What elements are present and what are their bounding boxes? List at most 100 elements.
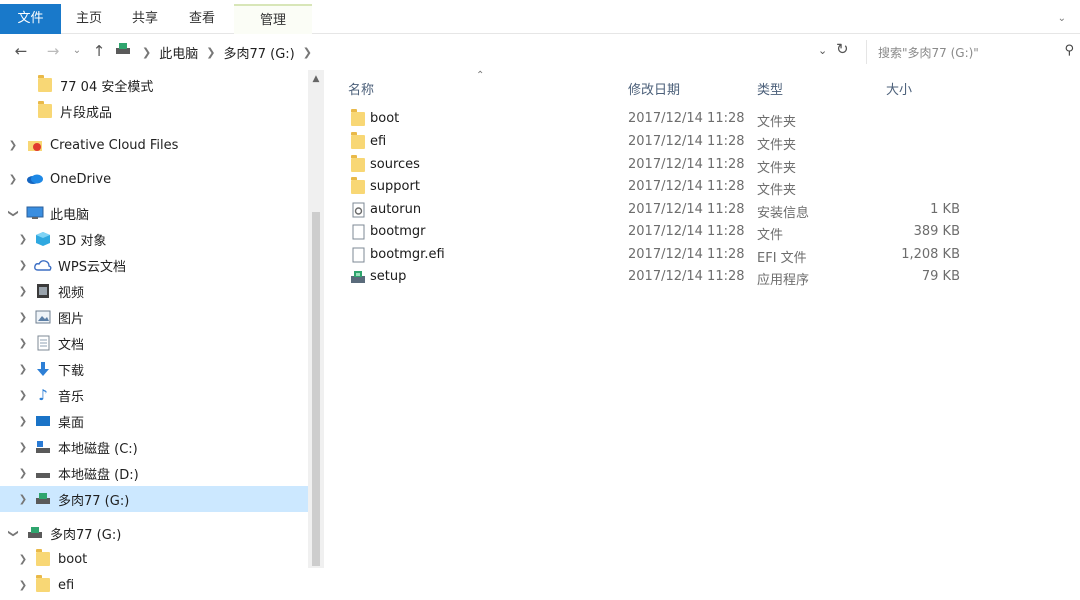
collapse-chevron-icon[interactable]: ❯: [8, 528, 19, 538]
nav-item-label: efi: [58, 577, 75, 593]
nav-item-label: WPS云文档: [58, 259, 126, 275]
breadcrumb-this-pc[interactable]: 此电脑: [159, 43, 198, 62]
drive-icon: [34, 465, 52, 481]
nav-item-downloads[interactable]: ❯ 下载: [0, 356, 308, 382]
scrollbar-thumb[interactable]: [312, 212, 320, 566]
folder-icon: [36, 101, 54, 119]
nav-item-drive-d[interactable]: ❯ 本地磁盘 (D:): [0, 460, 308, 486]
nav-item-music[interactable]: ❯ ♪ 音乐: [0, 382, 308, 408]
folder-icon: [350, 109, 366, 127]
file-size: 79 KB: [921, 269, 960, 284]
collapse-chevron-icon[interactable]: ❯: [8, 208, 19, 218]
nav-item-safe-mode-folder[interactable]: 77 04 安全模式: [0, 72, 308, 98]
file-row[interactable]: autorun 2017/12/14 11:28 安装信息 1 KB: [340, 199, 980, 221]
tab-home[interactable]: 主页: [72, 4, 106, 34]
file-row[interactable]: bootmgr 2017/12/14 11:28 文件 389 KB: [340, 221, 980, 243]
nav-item-label: 多肉77 (G:): [58, 493, 130, 509]
expand-chevron-icon[interactable]: ❯: [18, 554, 28, 565]
nav-item-pictures[interactable]: ❯ 图片: [0, 304, 308, 330]
expand-chevron-icon[interactable]: ❯: [18, 390, 28, 401]
nav-item-3d-objects[interactable]: ❯ 3D 对象: [0, 226, 308, 252]
nav-item-boot-folder[interactable]: ❯ boot: [0, 546, 308, 572]
search-input[interactable]: 搜索"多肉77 (G:)" ⚲: [866, 40, 1080, 64]
search-icon[interactable]: ⚲: [1064, 43, 1074, 58]
breadcrumb-separator-icon: ❯: [206, 45, 216, 59]
file-row[interactable]: efi 2017/12/14 11:28 文件夹: [340, 131, 980, 153]
tab-file[interactable]: 文件: [0, 4, 61, 34]
address-bar-row: ← → ⌄ ↑ ❯ 此电脑 ❯ 多肉77 (G:) ❯ ⌄ ↻ 搜索"多肉77 …: [0, 34, 1080, 70]
nav-item-drive-g-root[interactable]: ❯ 多肉77 (G:): [0, 520, 308, 546]
file-type: 文件: [757, 228, 784, 243]
expand-chevron-icon[interactable]: ❯: [18, 286, 28, 297]
nav-item-creative-cloud[interactable]: ❯ Creative Cloud Files: [0, 132, 308, 158]
nav-item-label: OneDrive: [50, 171, 112, 187]
desktop-icon: [34, 413, 52, 429]
usb-drive-icon: [34, 491, 52, 507]
tab-share[interactable]: 共享: [128, 4, 162, 34]
nav-item-documents[interactable]: ❯ 文档: [0, 330, 308, 356]
breadcrumb[interactable]: ❯ 此电脑 ❯ 多肉77 (G:) ❯: [134, 41, 320, 63]
expand-chevron-icon[interactable]: ❯: [18, 338, 28, 349]
expand-chevron-icon[interactable]: ❯: [18, 442, 28, 453]
nav-item-efi-folder[interactable]: ❯ efi: [0, 572, 308, 598]
forward-arrow-icon[interactable]: →: [42, 40, 64, 62]
nav-item-this-pc[interactable]: ❯ 此电脑: [0, 200, 308, 226]
folder-icon: [34, 575, 52, 593]
file-row[interactable]: sources 2017/12/14 11:28 文件夹: [340, 154, 980, 176]
ribbon: 文件 主页 共享 查看 管理 ⌄: [0, 0, 1080, 34]
column-header-size[interactable]: 大小: [886, 79, 912, 98]
file-type: 文件夹: [757, 138, 797, 153]
expand-ribbon-chevron-icon[interactable]: ⌄: [1058, 13, 1066, 24]
expand-chevron-icon[interactable]: ❯: [18, 494, 28, 505]
nav-item-drive-c[interactable]: ❯ 本地磁盘 (C:): [0, 434, 308, 460]
nav-item-desktop[interactable]: ❯ 桌面: [0, 408, 308, 434]
file-name: boot: [370, 111, 400, 126]
up-arrow-icon[interactable]: ↑: [88, 40, 110, 62]
nav-item-onedrive[interactable]: ❯ OneDrive: [0, 166, 308, 192]
navigation-pane[interactable]: 77 04 安全模式 片段成品 ❯ Creative Cloud Files ❯…: [0, 70, 324, 600]
nav-item-label: 此电脑: [50, 207, 90, 223]
file-row[interactable]: boot 2017/12/14 11:28 文件夹: [340, 108, 980, 130]
expand-chevron-icon[interactable]: ❯: [18, 260, 28, 271]
tab-manage[interactable]: 管理: [234, 4, 312, 34]
expand-chevron-icon[interactable]: ❯: [18, 364, 28, 375]
file-row[interactable]: setup 2017/12/14 11:28 应用程序 79 KB: [340, 266, 980, 288]
nav-item-drive-g-selected[interactable]: ❯ 多肉77 (G:): [0, 486, 308, 512]
nav-item-wps-cloud[interactable]: ❯ WPS云文档: [0, 252, 308, 278]
folder-icon: [34, 549, 52, 567]
nav-item-videos[interactable]: ❯ 视频: [0, 278, 308, 304]
back-arrow-icon[interactable]: ←: [10, 40, 32, 62]
column-header-date[interactable]: 修改日期: [628, 79, 680, 98]
file-name: efi: [370, 134, 387, 149]
scroll-up-arrow-icon[interactable]: ▲: [310, 74, 322, 86]
column-header-type[interactable]: 类型: [757, 79, 783, 98]
breadcrumb-drive-g[interactable]: 多肉77 (G:): [223, 43, 294, 62]
recent-locations-chevron-icon[interactable]: ⌄: [66, 40, 88, 62]
file-type: EFI 文件: [757, 251, 807, 266]
folder-icon: [36, 75, 54, 93]
file-date: 2017/12/14 11:28: [628, 157, 745, 172]
file-size: 1,208 KB: [901, 247, 960, 262]
file-row[interactable]: bootmgr.efi 2017/12/14 11:28 EFI 文件 1,20…: [340, 244, 980, 266]
tab-view[interactable]: 查看: [185, 4, 219, 34]
expand-chevron-icon[interactable]: ❯: [8, 174, 18, 185]
file-list[interactable]: ⌃ 名称 修改日期 类型 大小 boot 2017/12/14 11:28 文件…: [336, 70, 1080, 600]
file-name: bootmgr.efi: [370, 247, 445, 262]
document-icon: [34, 335, 52, 351]
column-header-name[interactable]: 名称: [348, 79, 374, 98]
expand-chevron-icon[interactable]: ❯: [18, 468, 28, 479]
nav-item-label: boot: [58, 551, 88, 567]
expand-chevron-icon[interactable]: ❯: [18, 312, 28, 323]
expand-chevron-icon[interactable]: ❯: [8, 140, 18, 151]
nav-scrollbar[interactable]: ▲: [308, 70, 324, 568]
expand-chevron-icon[interactable]: ❯: [18, 416, 28, 427]
address-dropdown-chevron-icon[interactable]: ⌄: [818, 44, 827, 57]
nav-item-label: 本地磁盘 (C:): [58, 441, 138, 457]
nav-item-label: 桌面: [58, 415, 85, 431]
nav-item-label: 片段成品: [60, 105, 113, 121]
nav-item-clips-folder[interactable]: 片段成品: [0, 98, 308, 124]
expand-chevron-icon[interactable]: ❯: [18, 580, 28, 591]
refresh-icon[interactable]: ↻: [836, 40, 849, 58]
file-row[interactable]: support 2017/12/14 11:28 文件夹: [340, 176, 980, 198]
expand-chevron-icon[interactable]: ❯: [18, 234, 28, 245]
